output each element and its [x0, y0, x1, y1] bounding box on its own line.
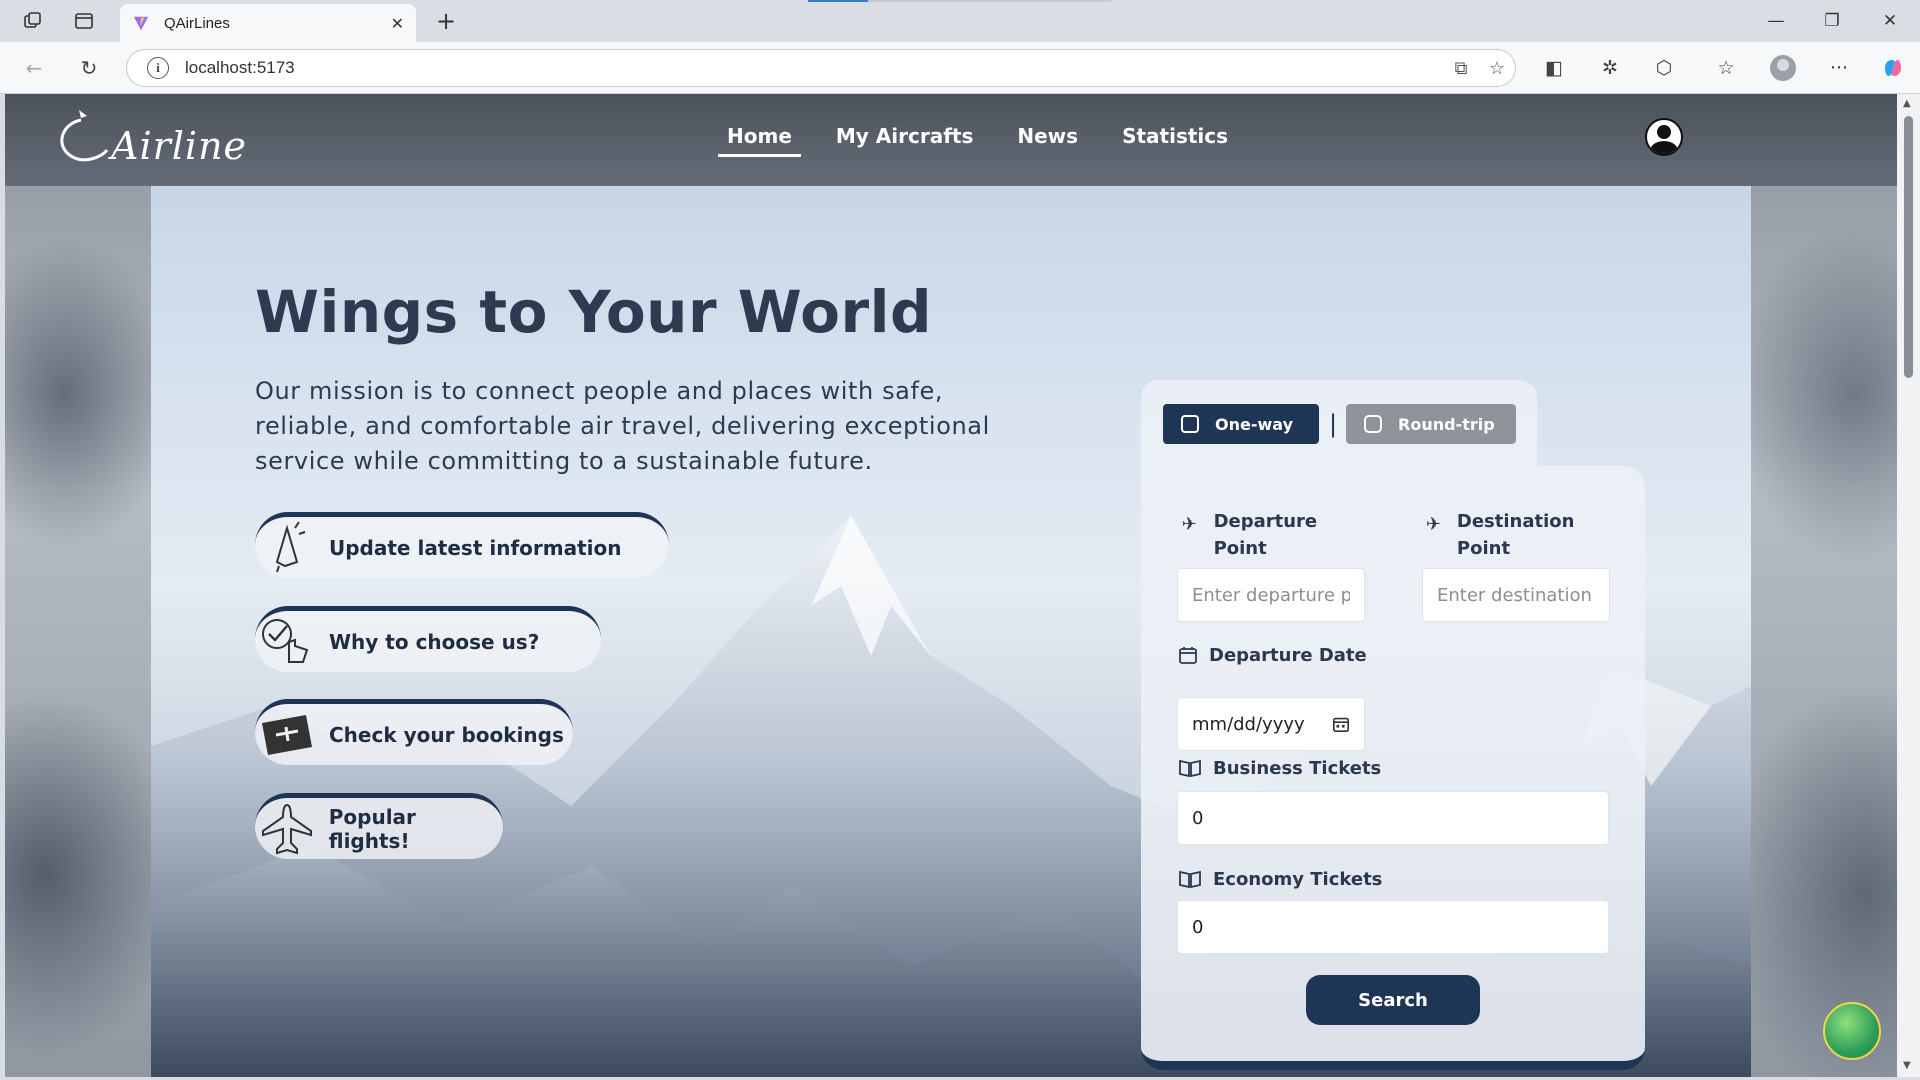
close-window-icon[interactable]: ✕: [1862, 0, 1918, 42]
megaphone-icon: [257, 518, 317, 578]
one-way-label: One-way: [1215, 414, 1293, 434]
feature-label: Popular flights!: [328, 804, 416, 853]
feature-check-bookings[interactable]: Check your bookings: [255, 699, 573, 765]
main-nav: Home My Aircrafts News Statistics: [705, 124, 1250, 157]
favorites-icon[interactable]: ☆: [1709, 53, 1743, 83]
address-bar[interactable]: i localhost:5173 ⧉ ☆: [126, 49, 1516, 87]
departure-date-label: Departure Date: [1177, 642, 1477, 669]
page-viewport: Wings to Your World Our mission is to co…: [5, 94, 1897, 1077]
book-open-icon: [1177, 866, 1203, 889]
reload-icon[interactable]: ↻: [73, 53, 105, 83]
minimize-icon[interactable]: —: [1748, 0, 1804, 42]
browser-tab[interactable]: QAirLines ✕: [120, 4, 416, 42]
copilot-icon[interactable]: [1876, 53, 1910, 83]
scroll-up-icon[interactable]: ▲: [1903, 98, 1911, 109]
calendar-icon: [1177, 642, 1199, 665]
feature-label: Why to choose us?: [329, 629, 540, 654]
business-tickets-input[interactable]: [1177, 791, 1609, 845]
search-button[interactable]: Search: [1306, 975, 1480, 1025]
plane-arrival-icon: ✈: [1425, 514, 1441, 535]
close-tab-icon[interactable]: ✕: [391, 14, 404, 33]
flight-search-form: ✈ Departure Point ✈ Destination Point De…: [1141, 466, 1645, 1070]
extensions-icon[interactable]: ⬡: [1647, 53, 1681, 83]
site-header: Airline Home My Aircrafts News Statistic…: [5, 94, 1897, 186]
ticket-icon: [257, 705, 317, 765]
airplane-icon: [257, 799, 317, 859]
nav-my-aircrafts[interactable]: My Aircrafts: [827, 124, 982, 157]
checklist-hand-icon: [257, 612, 317, 672]
destination-point-label: ✈ Destination Point: [1422, 508, 1592, 562]
plane-departure-icon: ✈: [1181, 514, 1197, 535]
more-menu-icon[interactable]: ···: [1822, 53, 1856, 83]
loading-indicator: [808, 0, 1111, 2]
scroll-thumb[interactable]: [1904, 116, 1913, 378]
vertical-tabs-icon[interactable]: [69, 7, 99, 35]
feature-label: Check your bookings: [329, 722, 564, 747]
page-scrollbar[interactable]: ▲ ▼: [1897, 94, 1920, 1077]
back-icon[interactable]: ←: [18, 53, 50, 83]
site-logo[interactable]: Airline: [51, 106, 246, 172]
round-trip-icon: [1364, 415, 1382, 433]
round-trip-label: Round-trip: [1398, 414, 1495, 434]
business-tickets-label: Business Tickets: [1177, 755, 1517, 782]
feature-popular-flights[interactable]: Popular flights!: [255, 793, 503, 859]
scroll-down-icon[interactable]: ▼: [1903, 1060, 1911, 1071]
economy-tickets-input[interactable]: [1177, 900, 1609, 954]
book-open-icon: [1177, 755, 1203, 778]
arrow-in-box-icon: [1181, 415, 1199, 433]
destination-input[interactable]: [1422, 568, 1610, 622]
browser-tabbar: QAirLines ✕ + — ❐ ✕: [0, 0, 1920, 42]
departure-input[interactable]: [1177, 568, 1365, 622]
workspaces-icon[interactable]: [18, 7, 48, 35]
feature-update-info[interactable]: Update latest information: [255, 512, 669, 578]
browser-toolbar: ← ↻ i localhost:5173 ⧉ ☆ ◧ ✲ ⬡ ☆ ···: [0, 42, 1920, 94]
restore-icon[interactable]: ❐: [1804, 0, 1860, 42]
trip-type-toggle: One-way | Round-trip: [1141, 380, 1537, 470]
tab-title: QAirLines: [164, 14, 230, 32]
logo-text: Airline: [111, 124, 248, 168]
vite-favicon-icon: [133, 16, 149, 31]
feature-why-choose[interactable]: Why to choose us?: [255, 606, 601, 672]
nav-statistics[interactable]: Statistics: [1113, 124, 1237, 157]
date-picker-icon[interactable]: [1332, 715, 1350, 733]
extension-bug-icon[interactable]: ✲: [1593, 53, 1627, 83]
app-install-icon[interactable]: ⧉: [1443, 58, 1479, 79]
round-trip-button[interactable]: Round-trip: [1346, 404, 1516, 444]
departure-point-label: ✈ Departure Point: [1177, 508, 1347, 562]
nav-news[interactable]: News: [1008, 124, 1087, 157]
hero-headline: Wings to Your World: [255, 278, 933, 346]
trip-separator: |: [1329, 410, 1338, 438]
one-way-button[interactable]: One-way: [1163, 404, 1319, 444]
feature-label: Update latest information: [329, 535, 622, 560]
mission-statement: Our mission is to connect people and pla…: [255, 377, 990, 475]
user-account-icon[interactable]: [1645, 118, 1683, 156]
new-tab-icon[interactable]: +: [430, 6, 462, 36]
nav-home[interactable]: Home: [718, 124, 801, 157]
favorite-star-icon[interactable]: ☆: [1479, 58, 1515, 79]
floating-assistant-icon[interactable]: [1823, 1002, 1881, 1060]
date-placeholder: mm/dd/yyyy: [1192, 713, 1305, 735]
economy-tickets-label: Economy Tickets: [1177, 866, 1517, 893]
site-info-icon[interactable]: i: [147, 57, 169, 79]
copilot-read-icon[interactable]: ◧: [1537, 53, 1571, 83]
departure-date-input[interactable]: mm/dd/yyyy: [1177, 697, 1365, 751]
url-text: localhost:5173: [185, 58, 295, 77]
profile-icon[interactable]: [1766, 53, 1800, 83]
